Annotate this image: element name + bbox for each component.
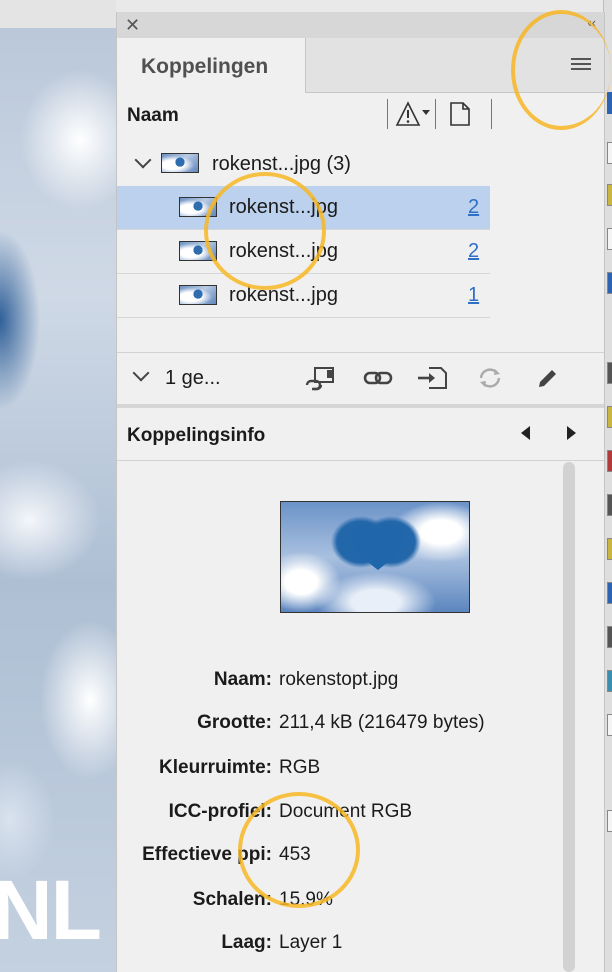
- selection-count-label: 1 ge...: [165, 367, 221, 389]
- link-group-name: rokenst...jpg (3): [212, 153, 351, 175]
- strip-swatch[interactable]: [607, 810, 612, 832]
- info-label-name: Naam:: [213, 669, 272, 690]
- column-separator: [491, 99, 492, 129]
- strip-swatch[interactable]: [607, 142, 612, 164]
- next-arrow-icon[interactable]: [567, 426, 576, 440]
- go-to-link-icon[interactable]: [415, 365, 449, 391]
- edit-pencil-icon[interactable]: [531, 365, 565, 391]
- strip-swatch[interactable]: [607, 582, 612, 604]
- chevron-down-icon[interactable]: [132, 364, 150, 382]
- strip-swatch[interactable]: [607, 272, 612, 294]
- page-icon[interactable]: [448, 101, 472, 127]
- strip-swatch[interactable]: [607, 406, 612, 428]
- link-group-row[interactable]: rokenst...jpg (3): [117, 142, 490, 186]
- image-thumbnail: [179, 285, 217, 305]
- highlight-ring: [204, 172, 326, 290]
- strip-swatch[interactable]: [607, 450, 612, 472]
- info-value-layer: Layer 1: [279, 932, 343, 953]
- highlight-ring: [238, 792, 360, 908]
- link-page-number[interactable]: 2: [468, 240, 479, 263]
- strip-swatch[interactable]: [607, 362, 612, 384]
- relink-icon[interactable]: [303, 365, 337, 391]
- canvas-top-band: [0, 0, 116, 28]
- info-value-name: rokenstopt.jpg: [279, 669, 399, 690]
- link-page-number[interactable]: 1: [468, 284, 479, 307]
- update-icon[interactable]: [473, 365, 507, 391]
- link-preview-image: [280, 501, 470, 613]
- tab-koppelingen[interactable]: Koppelingen: [117, 38, 306, 93]
- strip-swatch[interactable]: [607, 626, 612, 648]
- info-label-layer: Laag:: [221, 932, 272, 953]
- strip-swatch[interactable]: [607, 538, 612, 560]
- info-value-size: 211,4 kB (216479 bytes): [279, 712, 485, 733]
- document-canvas: NL: [0, 0, 116, 972]
- strip-swatch[interactable]: [607, 92, 612, 114]
- highlight-ring: [511, 10, 611, 130]
- column-separator: [435, 99, 436, 129]
- link-name: rokenst...jpg: [229, 284, 338, 306]
- link-row[interactable]: rokenst...jpg 1: [117, 274, 490, 318]
- links-toolbar: 1 ge...: [117, 352, 604, 405]
- chevron-down-icon[interactable]: [134, 151, 152, 169]
- strip-swatch[interactable]: [607, 184, 612, 206]
- strip-swatch[interactable]: [607, 228, 612, 250]
- column-separator: [387, 99, 388, 129]
- info-label-size: Grootte:: [197, 712, 272, 733]
- heart-shape: [352, 525, 404, 570]
- strip-swatch[interactable]: [607, 714, 612, 736]
- link-info-header: Koppelingsinfo: [117, 408, 604, 461]
- info-value-colorspace: RGB: [279, 757, 321, 778]
- info-scrollbar[interactable]: [563, 462, 575, 972]
- previous-arrow-icon[interactable]: [521, 426, 530, 440]
- tab-label: Koppelingen: [141, 55, 269, 78]
- warning-icon[interactable]: [395, 101, 431, 127]
- links-panel: ✕ ‹‹ Koppelingen Naam rokenst...jpg (3): [116, 12, 605, 972]
- column-name-header[interactable]: Naam: [127, 105, 179, 127]
- strip-swatch[interactable]: [607, 670, 612, 692]
- strip-swatch[interactable]: [607, 494, 612, 516]
- link-page-number[interactable]: 2: [468, 196, 479, 219]
- link-info-title: Koppelingsinfo: [127, 425, 266, 446]
- link-icon[interactable]: [361, 365, 395, 391]
- image-thumbnail: [161, 153, 199, 173]
- close-icon[interactable]: ✕: [125, 15, 140, 35]
- info-label-colorspace: Kleurruimte:: [159, 757, 272, 778]
- canvas-big-text: NL: [0, 863, 102, 957]
